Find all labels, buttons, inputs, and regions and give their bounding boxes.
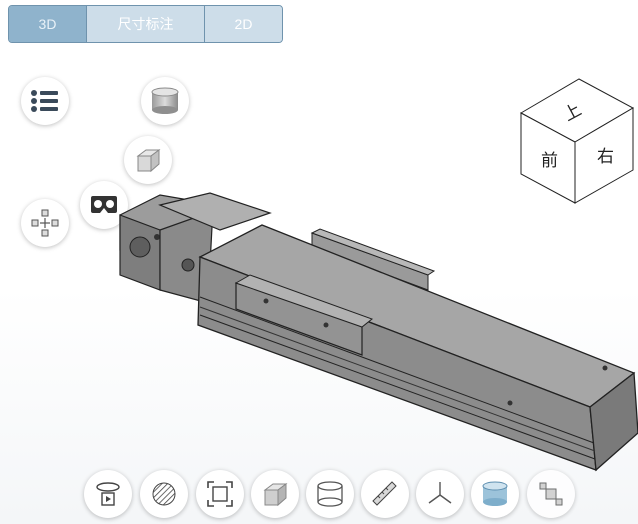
- fit-view-icon: [207, 481, 233, 507]
- auto-rotate-button[interactable]: [84, 470, 132, 518]
- axis-icon: [428, 482, 452, 504]
- shaded-cube-button[interactable]: [251, 470, 299, 518]
- list-icon: [31, 90, 58, 112]
- tab-dimension[interactable]: 尺寸标注: [87, 6, 205, 42]
- wireframe-button[interactable]: [306, 470, 354, 518]
- bottom-toolbar: [0, 468, 638, 524]
- explode-view-button[interactable]: [21, 199, 69, 247]
- 3d-model-linear-actuator[interactable]: [100, 185, 638, 480]
- cylinder-outline-icon: [317, 481, 343, 507]
- explode-view-icon: [31, 209, 59, 237]
- cube-face-front[interactable]: 前: [541, 146, 558, 171]
- cube-wireframe-icon: [136, 149, 161, 173]
- cylinder-blue-icon: [482, 481, 508, 506]
- rotate-play-icon: [96, 482, 120, 506]
- coordinate-axis-button[interactable]: [416, 470, 464, 518]
- tab-2d[interactable]: 2D: [205, 6, 282, 42]
- cube-face-right[interactable]: 右: [597, 142, 614, 167]
- cylinder-shaded-icon: [151, 87, 179, 114]
- tab-3d[interactable]: 3D: [9, 6, 87, 42]
- transparent-display-button[interactable]: [471, 470, 519, 518]
- shaded-display-button[interactable]: [141, 77, 189, 125]
- parts-list-button[interactable]: [21, 77, 69, 125]
- cube-shaded-icon: [263, 483, 288, 507]
- explode-icon: [539, 482, 563, 506]
- explode-button[interactable]: [527, 470, 575, 518]
- view-mode-tabs: 3D 尺寸标注 2D: [8, 5, 283, 43]
- section-hatch-icon: [152, 482, 176, 506]
- fit-view-button[interactable]: [196, 470, 244, 518]
- section-view-button[interactable]: [140, 470, 188, 518]
- measure-button[interactable]: [361, 470, 409, 518]
- edge-display-button[interactable]: [124, 136, 172, 184]
- measure-icon: [372, 481, 397, 506]
